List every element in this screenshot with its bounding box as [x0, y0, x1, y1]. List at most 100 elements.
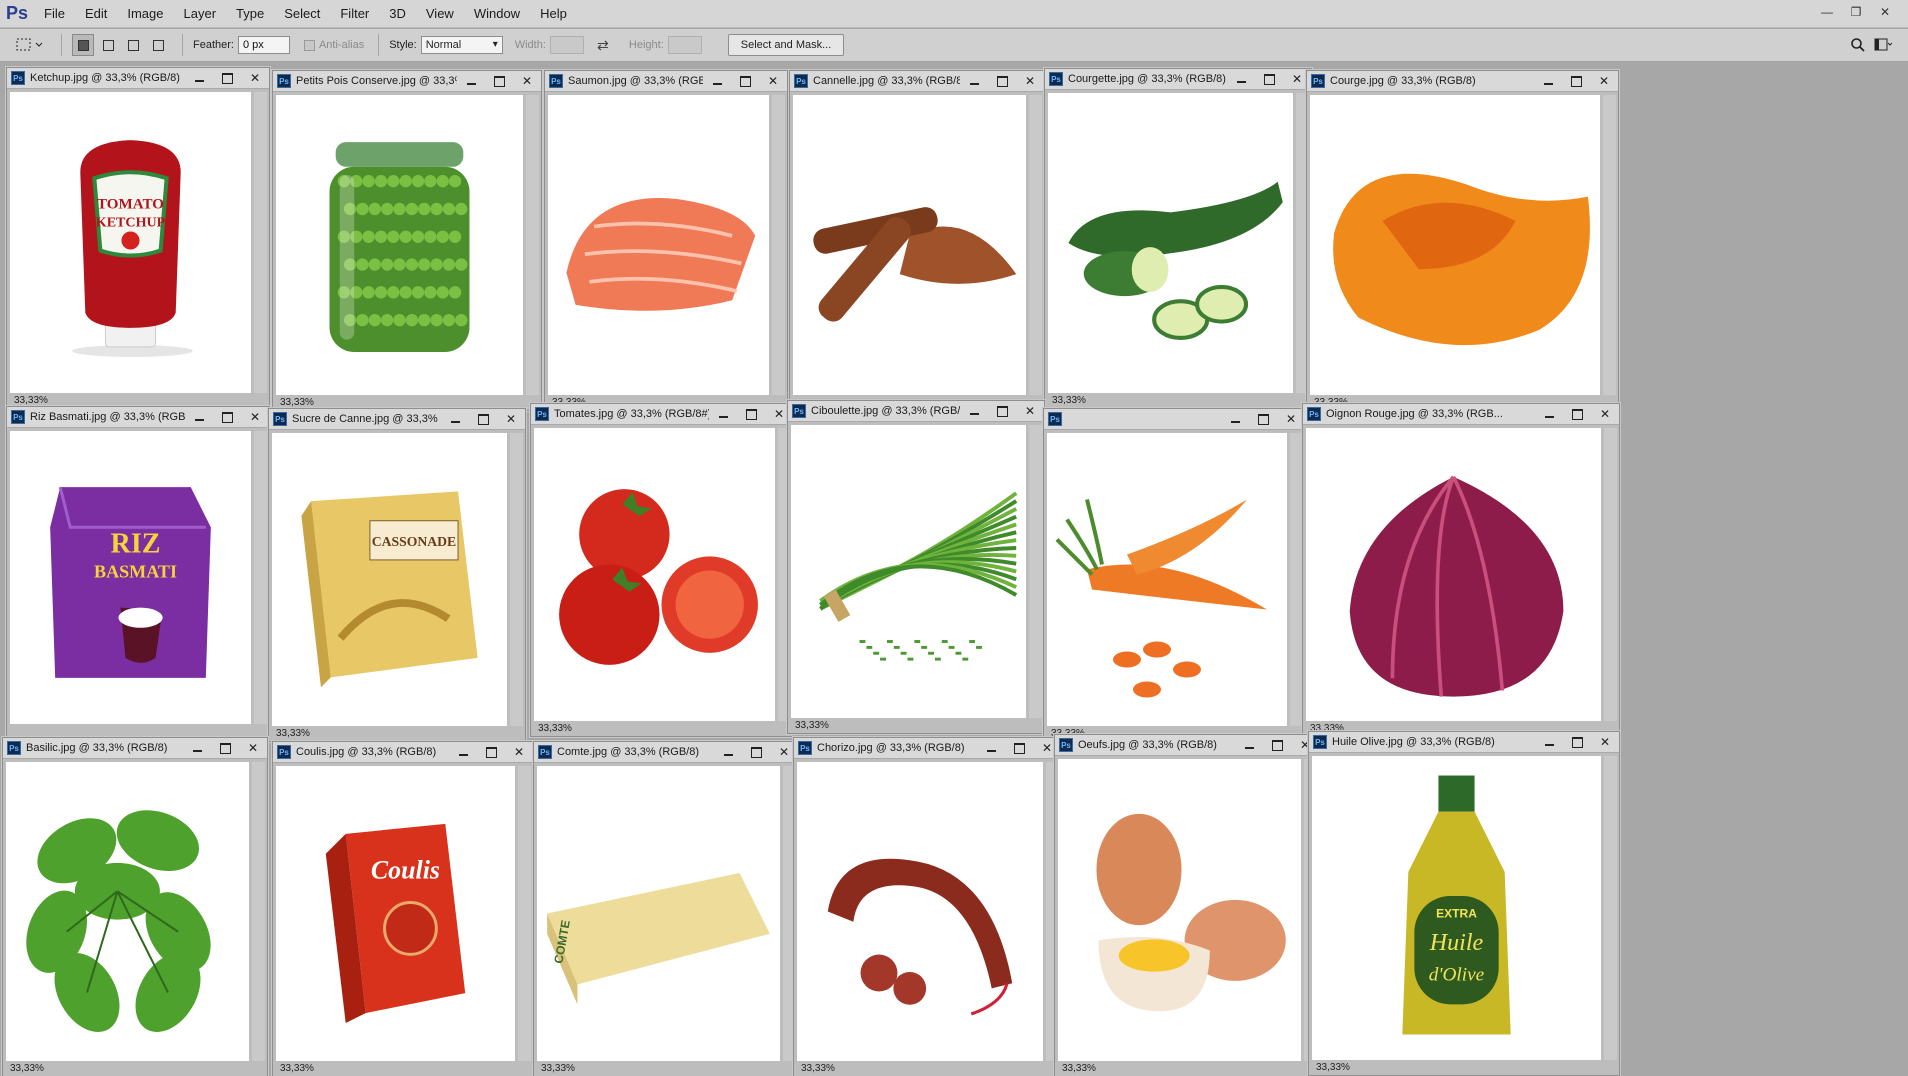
document-canvas[interactable]: COMTE	[537, 766, 780, 1061]
vertical-scrollbar[interactable]	[252, 762, 265, 1061]
close-icon[interactable]: ✕	[759, 71, 787, 92]
document-canvas[interactable]	[276, 95, 523, 395]
document-window[interactable]: Ps Tomates.jpg @ 33,3% (RGB/8#) ✕ 33,33%	[530, 403, 794, 737]
document-window[interactable]: Ps Huile Olive.jpg @ 33,3% (RGB/8) ✕ EXT…	[1308, 731, 1620, 1076]
document-canvas[interactable]: Coulis	[276, 766, 515, 1061]
close-icon[interactable]: ✕	[241, 68, 269, 89]
document-window[interactable]: Ps Petits Pois Conserve.jpg @ 33,3%... ✕…	[272, 70, 542, 411]
vertical-scrollbar[interactable]	[254, 431, 267, 724]
document-titlebar[interactable]: Ps Coulis.jpg @ 33,3% (RGB/8) ✕	[273, 742, 533, 763]
document-window[interactable]: Ps Ketchup.jpg @ 33,3% (RGB/8) ✕ TOMATO …	[6, 67, 270, 409]
menu-help[interactable]: Help	[530, 0, 577, 28]
vertical-scrollbar[interactable]	[1029, 425, 1042, 718]
document-canvas[interactable]	[1047, 433, 1287, 726]
app-restore-icon[interactable]: ❐	[1845, 3, 1867, 21]
maximize-icon[interactable]	[731, 71, 759, 92]
maximize-icon[interactable]	[485, 71, 513, 92]
document-canvas[interactable]	[1048, 93, 1293, 393]
document-titlebar[interactable]: Ps Oeufs.jpg @ 33,3% (RGB/8) ✕	[1055, 735, 1319, 756]
document-window[interactable]: Ps Riz Basmati.jpg @ 33,3% (RGB/8) ✕ RIZ…	[6, 406, 270, 740]
antialias-checkbox[interactable]	[303, 39, 315, 51]
swap-dimensions-icon[interactable]: ⇄	[592, 34, 614, 56]
menu-3d[interactable]: 3D	[379, 0, 416, 28]
vertical-scrollbar[interactable]	[510, 433, 523, 726]
maximize-icon[interactable]	[213, 407, 241, 428]
menu-select[interactable]: Select	[274, 0, 330, 28]
zoom-status[interactable]: 33,33%	[6, 1062, 267, 1076]
zoom-status[interactable]: 33,33%	[791, 719, 1044, 733]
document-window[interactable]: Ps ✕ 33,33%	[1043, 408, 1306, 742]
document-window[interactable]: Ps Comte.jpg @ 33,3% (RGB/8) ✕ COMTE 33,…	[533, 741, 799, 1076]
minimize-icon[interactable]	[714, 742, 742, 763]
document-window[interactable]: Ps Sucre de Canne.jpg @ 33,3% (RG... ✕ C…	[268, 408, 526, 742]
minimize-icon[interactable]	[441, 409, 469, 430]
close-icon[interactable]: ✕	[505, 742, 533, 763]
document-window[interactable]: Ps Courgette.jpg @ 33,3% (RGB/8) ✕ 33,33…	[1044, 68, 1312, 409]
document-titlebar[interactable]: Ps Tomates.jpg @ 33,3% (RGB/8#) ✕	[531, 404, 793, 425]
menu-edit[interactable]: Edit	[75, 0, 117, 28]
minimize-icon[interactable]	[449, 742, 477, 763]
maximize-icon[interactable]	[1563, 404, 1591, 425]
maximize-icon[interactable]	[988, 71, 1016, 92]
maximize-icon[interactable]	[1263, 735, 1291, 756]
minimize-icon[interactable]	[457, 71, 485, 92]
minimize-icon[interactable]	[1227, 69, 1255, 90]
document-window[interactable]: Ps Chorizo.jpg @ 33,3% (RGB/8) ✕ 33,33%	[793, 737, 1062, 1076]
document-window[interactable]: Ps Saumon.jpg @ 33,3% (RGB/8) ✕ 33,33%	[544, 70, 788, 411]
document-canvas[interactable]	[1058, 759, 1301, 1061]
minimize-icon[interactable]	[1221, 409, 1249, 430]
maximize-icon[interactable]	[213, 68, 241, 89]
document-window[interactable]: Ps Ciboulette.jpg @ 33,3% (RGB/8) ✕ 33,3…	[787, 400, 1045, 734]
minimize-icon[interactable]	[709, 404, 737, 425]
app-close-icon[interactable]: ✕	[1874, 3, 1896, 21]
maximize-icon[interactable]	[1563, 732, 1591, 753]
document-window[interactable]: Ps Coulis.jpg @ 33,3% (RGB/8) ✕ Coulis 3…	[272, 741, 534, 1076]
document-titlebar[interactable]: Ps Comte.jpg @ 33,3% (RGB/8) ✕	[534, 742, 798, 763]
maximize-icon[interactable]	[988, 401, 1016, 422]
document-titlebar[interactable]: Ps ✕	[1044, 409, 1305, 430]
vertical-scrollbar[interactable]	[1604, 756, 1617, 1060]
document-window[interactable]: Ps Oignon Rouge.jpg @ 33,3% (RGB... ✕ 33…	[1302, 403, 1620, 737]
document-titlebar[interactable]: Ps Huile Olive.jpg @ 33,3% (RGB/8) ✕	[1309, 732, 1619, 753]
document-titlebar[interactable]: Ps Sucre de Canne.jpg @ 33,3% (RG... ✕	[269, 409, 525, 430]
minimize-icon[interactable]	[960, 401, 988, 422]
document-canvas[interactable]	[1306, 428, 1601, 721]
close-icon[interactable]: ✕	[1591, 404, 1619, 425]
document-titlebar[interactable]: Ps Cannelle.jpg @ 33,3% (RGB/8) ✕	[790, 71, 1044, 92]
document-titlebar[interactable]: Ps Courge.jpg @ 33,3% (RGB/8) ✕	[1307, 71, 1618, 92]
menu-file[interactable]: File	[34, 0, 75, 28]
menu-window[interactable]: Window	[464, 0, 530, 28]
document-window[interactable]: Ps Oeufs.jpg @ 33,3% (RGB/8) ✕ 33,33%	[1054, 734, 1320, 1076]
maximize-icon[interactable]	[742, 742, 770, 763]
close-icon[interactable]: ✕	[241, 407, 269, 428]
zoom-status[interactable]: 33,33%	[1312, 1061, 1619, 1075]
vertical-scrollbar[interactable]	[1603, 95, 1616, 395]
document-titlebar[interactable]: Ps Oignon Rouge.jpg @ 33,3% (RGB... ✕	[1303, 404, 1619, 425]
search-icon[interactable]	[1847, 34, 1869, 56]
subtract-selection-icon[interactable]	[122, 34, 144, 56]
document-canvas[interactable]	[548, 95, 769, 395]
new-selection-icon[interactable]	[72, 34, 94, 56]
close-icon[interactable]: ✕	[1016, 401, 1044, 422]
vertical-scrollbar[interactable]	[1604, 428, 1617, 721]
menu-layer[interactable]: Layer	[174, 0, 227, 28]
minimize-icon[interactable]	[1535, 732, 1563, 753]
select-and-mask-button[interactable]: Select and Mask...	[727, 34, 845, 56]
close-icon[interactable]: ✕	[239, 738, 267, 759]
document-canvas[interactable]: EXTRA Huile d'Olive	[1312, 756, 1601, 1060]
document-canvas[interactable]	[1310, 95, 1600, 395]
menu-type[interactable]: Type	[226, 0, 274, 28]
zoom-status[interactable]: 33,33%	[272, 727, 525, 741]
menu-view[interactable]: View	[416, 0, 464, 28]
zoom-status[interactable]: 33,33%	[537, 1062, 798, 1076]
maximize-icon[interactable]	[1562, 71, 1590, 92]
minimize-icon[interactable]	[977, 738, 1005, 759]
close-icon[interactable]: ✕	[497, 409, 525, 430]
menu-image[interactable]: Image	[117, 0, 173, 28]
document-canvas[interactable]	[6, 762, 249, 1061]
width-input[interactable]	[549, 36, 584, 54]
maximize-icon[interactable]	[737, 404, 765, 425]
vertical-scrollbar[interactable]	[526, 95, 539, 395]
document-titlebar[interactable]: Ps Ciboulette.jpg @ 33,3% (RGB/8) ✕	[788, 401, 1044, 422]
close-icon[interactable]: ✕	[1591, 732, 1619, 753]
